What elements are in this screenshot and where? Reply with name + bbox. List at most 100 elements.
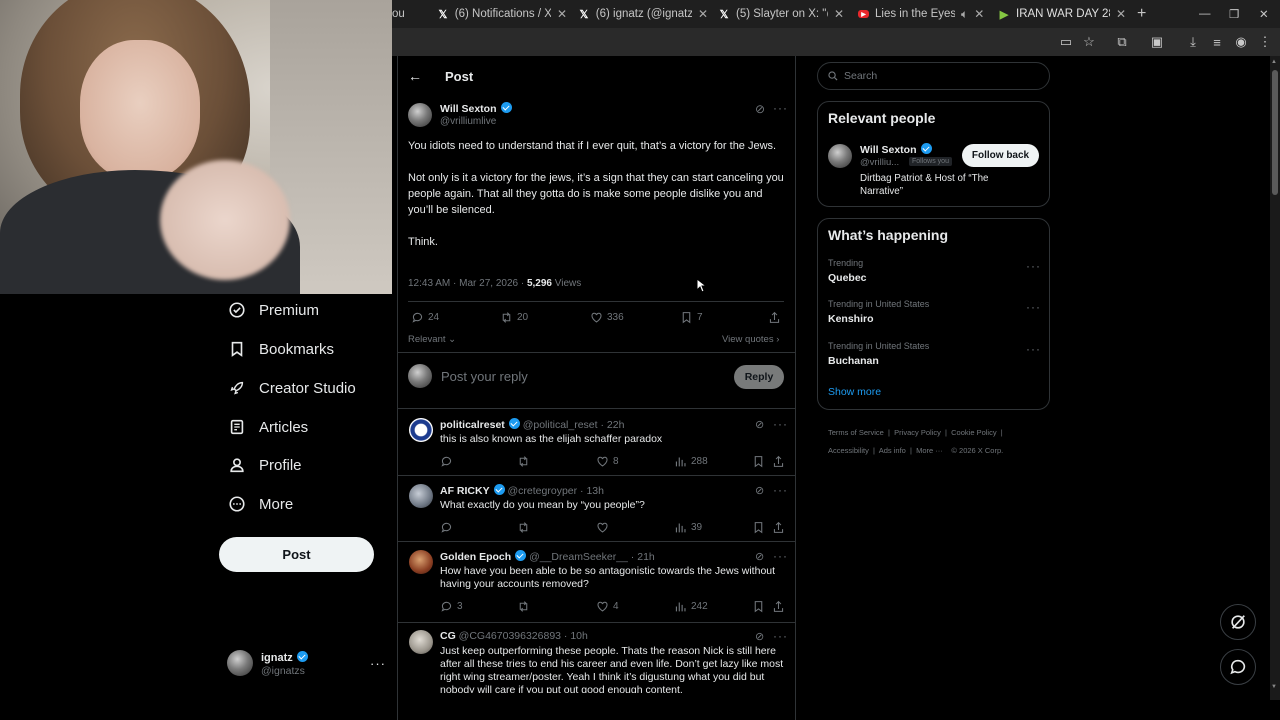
bookmark-action[interactable] (752, 455, 769, 468)
sidebar-item-articles[interactable]: Articles (228, 415, 308, 439)
grok-icon[interactable]: ⊘ (755, 630, 764, 643)
maximize-icon[interactable]: ❐ (1229, 0, 1241, 28)
new-tab-icon[interactable]: + (1137, 0, 1151, 28)
footer-link[interactable]: More ··· (916, 446, 943, 455)
account-switcher[interactable]: ignatz (261, 651, 308, 664)
reply-action[interactable]: 3 (440, 600, 463, 613)
grok-icon[interactable]: ⊘ (755, 418, 764, 431)
more-options-icon[interactable]: ··· (773, 483, 788, 497)
reply-action[interactable]: 24 (411, 311, 439, 324)
browser-tab[interactable]: ou (392, 0, 416, 28)
close-icon[interactable]: ✕ (698, 7, 708, 21)
browser-tab[interactable]: ▶IRAN WAR DAY 28: GROUI✕ (998, 0, 1128, 28)
more-options-icon[interactable]: ··· (773, 417, 788, 431)
avatar[interactable] (408, 103, 432, 127)
browser-tab[interactable]: 𝕏 (6) Notifications / X ✕ (437, 0, 567, 28)
footer-link[interactable]: Accessibility (828, 446, 869, 455)
reply-button[interactable]: Reply (734, 365, 784, 389)
close-icon[interactable]: ✕ (1116, 7, 1126, 21)
close-icon[interactable]: ✕ (557, 7, 567, 21)
menu-icon[interactable]: ⋮ (1257, 34, 1273, 50)
views-action[interactable]: 39 (674, 521, 702, 534)
repost-action[interactable]: 20 (500, 311, 528, 324)
back-arrow-icon[interactable]: ← (408, 68, 422, 84)
bookmark-action[interactable] (752, 600, 769, 613)
repost-action[interactable] (517, 521, 534, 534)
grok-icon[interactable]: ⊘ (755, 102, 765, 116)
more-options-icon[interactable]: ··· (773, 629, 788, 643)
avatar[interactable] (409, 550, 433, 574)
repost-action[interactable] (517, 455, 534, 468)
avatar[interactable] (409, 484, 433, 508)
share-action[interactable] (772, 455, 789, 468)
trend-item[interactable]: Trending Quebec (828, 258, 867, 284)
reply-handle[interactable]: @cretegroyper (508, 485, 578, 497)
reply-action[interactable] (440, 455, 457, 468)
like-action[interactable]: 336 (590, 311, 624, 324)
browser-tab[interactable]: ▶Lies in the Eyes of Lov🔈︎✕ (858, 0, 988, 28)
views-action[interactable]: 288 (674, 455, 708, 468)
views-action[interactable]: 242 (674, 600, 708, 613)
trend-item[interactable]: Trending in United States Buchanan (828, 341, 929, 367)
reply-time[interactable]: 10h (570, 630, 588, 642)
star-icon[interactable]: ☆ (1081, 34, 1097, 50)
footer-link[interactable]: Privacy Policy (894, 428, 941, 437)
reply-author[interactable]: AF RICKY (440, 485, 490, 497)
footer-link[interactable]: Cookie Policy (951, 428, 996, 437)
scroll-down-icon[interactable]: ▼ (1271, 684, 1277, 690)
sidebar-item-premium[interactable]: Premium (228, 298, 319, 322)
reply-author[interactable]: Golden Epoch (440, 551, 511, 563)
sidebar-item-profile[interactable]: Profile (228, 453, 302, 477)
avatar[interactable] (828, 144, 852, 168)
window-close-icon[interactable]: ✕ (1259, 0, 1271, 28)
author-name[interactable]: Will Sexton (440, 102, 512, 115)
browser-tab[interactable]: 𝕏(6) ignatz (@ignatzs) / X✕ (578, 0, 708, 28)
avatar[interactable] (409, 418, 433, 442)
scroll-up-icon[interactable]: ▲ (1271, 59, 1277, 65)
bookmark-action[interactable] (752, 521, 769, 534)
share-action[interactable] (768, 311, 785, 324)
like-action[interactable]: 4 (596, 600, 619, 613)
person-name[interactable]: Will Sexton (860, 143, 932, 156)
footer-link[interactable]: Ads info (879, 446, 906, 455)
install-app-icon[interactable]: ▭ (1058, 34, 1074, 50)
reply-time[interactable]: 22h (607, 419, 625, 431)
more-options-icon[interactable]: ··· (773, 101, 788, 115)
scrollbar-thumb[interactable] (1272, 70, 1278, 195)
profile-circle-icon[interactable]: ◉ (1233, 34, 1249, 50)
reply-handle[interactable]: @__DreamSeeker__ (529, 551, 628, 563)
media-icon[interactable]: ≡ (1209, 34, 1225, 50)
reply-handle[interactable]: @CG4670396326893 (459, 630, 561, 642)
download-icon[interactable]: ⤓ (1185, 34, 1201, 50)
trend-item[interactable]: Trending in United States Kenshiro (828, 299, 929, 325)
more-options-icon[interactable]: ··· (1026, 300, 1041, 314)
grok-icon[interactable]: ⊘ (755, 550, 764, 563)
share-action[interactable] (772, 521, 789, 534)
show-more-link[interactable]: Show more (828, 386, 881, 398)
author-handle[interactable]: @vrilliumlive (440, 116, 496, 127)
follow-back-button[interactable]: Follow back (962, 144, 1039, 167)
person-handle[interactable]: @vrilliu... (860, 157, 899, 168)
avatar[interactable] (227, 650, 253, 676)
more-options-icon[interactable]: ··· (773, 549, 788, 563)
grok-icon[interactable]: ⊘ (755, 484, 764, 497)
grok-fab[interactable] (1220, 604, 1256, 640)
reply-author[interactable]: CG (440, 630, 456, 642)
sidebar-item-more[interactable]: More (228, 492, 293, 516)
more-options-icon[interactable]: ··· (1026, 342, 1041, 356)
post-timestamp[interactable]: 12:43 AM · Mar 27, 2026 · (408, 278, 527, 289)
reply-time[interactable]: 21h (637, 551, 655, 563)
avatar[interactable] (409, 630, 433, 654)
search-input[interactable]: Search (817, 62, 1050, 90)
sidebar-item-creator-studio[interactable]: Creator Studio (228, 376, 356, 400)
repost-action[interactable] (517, 600, 534, 613)
speaker-icon[interactable]: 🔈︎ (961, 7, 968, 22)
list-item[interactable]: CG @CG4670396326893 · 10h ⊘ ··· Just kee… (397, 623, 796, 693)
close-icon[interactable]: ✕ (974, 7, 984, 21)
sort-dropdown[interactable]: Relevant ⌄ (408, 334, 456, 345)
view-quotes-link[interactable]: View quotes › (722, 334, 779, 345)
sidebar-icon[interactable]: ▣ (1149, 34, 1165, 50)
messages-fab[interactable] (1220, 649, 1256, 685)
reply-author[interactable]: politicalreset (440, 419, 505, 431)
share-action[interactable] (772, 600, 789, 613)
